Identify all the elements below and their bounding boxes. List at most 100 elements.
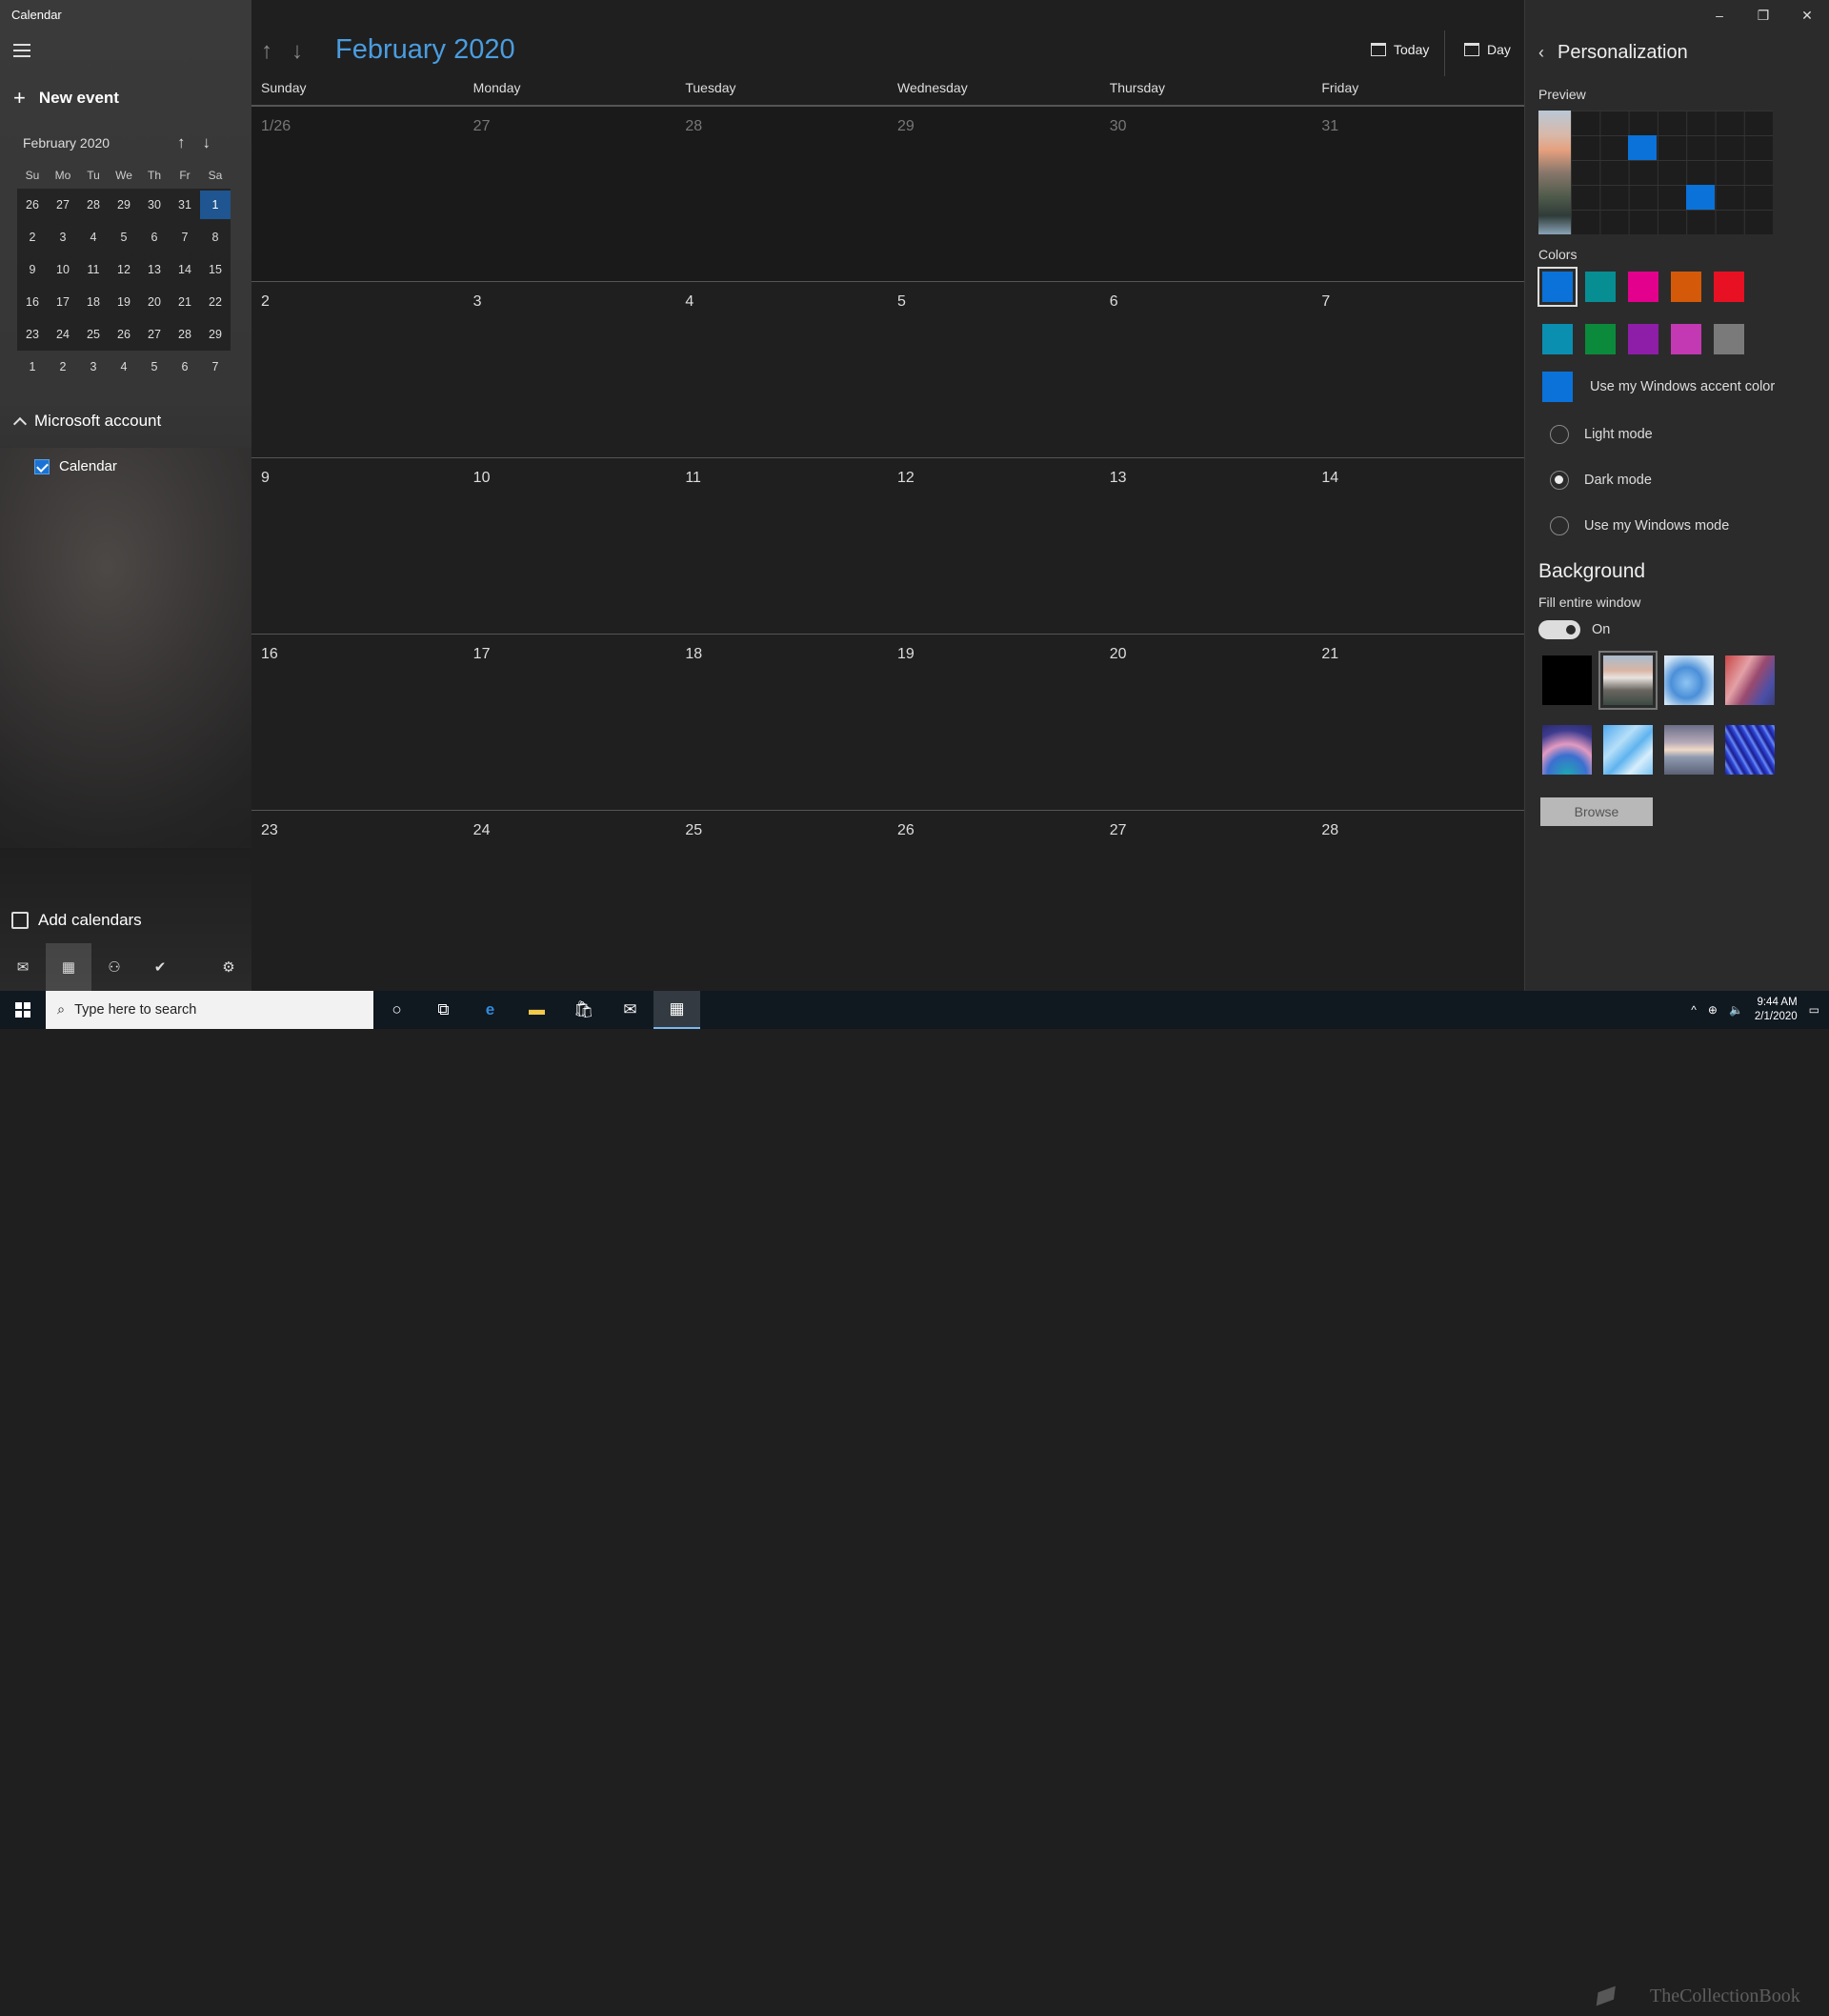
- prev-month-arrow-icon[interactable]: ↑: [261, 38, 272, 65]
- mini-day-selected[interactable]: 1: [200, 191, 231, 219]
- mini-day[interactable]: 27: [139, 328, 170, 341]
- close-icon[interactable]: ✕: [1785, 0, 1829, 30]
- minimize-icon[interactable]: –: [1698, 0, 1741, 30]
- mini-day[interactable]: 9: [17, 263, 48, 276]
- browse-button[interactable]: Browse: [1540, 797, 1653, 826]
- hamburger-menu-icon[interactable]: [13, 44, 30, 57]
- mini-day[interactable]: 22: [200, 295, 231, 309]
- edge-browser-icon[interactable]: e: [467, 991, 513, 1029]
- color-swatch[interactable]: [1542, 324, 1573, 354]
- people-icon[interactable]: ⚇: [91, 943, 137, 991]
- mini-day[interactable]: 14: [170, 263, 200, 276]
- mini-day[interactable]: 29: [200, 328, 231, 341]
- mail-icon[interactable]: ✉: [0, 943, 46, 991]
- background-mountain-thumb[interactable]: [1598, 651, 1658, 710]
- network-icon[interactable]: ⊕: [1708, 1003, 1718, 1017]
- day-cell[interactable]: 27: [1100, 811, 1313, 986]
- color-swatch[interactable]: [1671, 324, 1701, 354]
- day-cell[interactable]: 29: [888, 107, 1100, 281]
- mini-next-arrow-icon[interactable]: ↓: [203, 133, 211, 152]
- day-cell[interactable]: 20: [1100, 635, 1313, 810]
- fill-window-toggle-row[interactable]: On: [1538, 620, 1610, 639]
- mini-day[interactable]: 25: [78, 328, 109, 341]
- light-mode-radio[interactable]: [1550, 425, 1569, 444]
- chevron-up-icon[interactable]: ^: [1691, 1003, 1697, 1017]
- color-swatch-selected[interactable]: [1538, 267, 1578, 307]
- light-mode-option[interactable]: Light mode: [1550, 425, 1653, 444]
- day-cell[interactable]: 19: [888, 635, 1100, 810]
- day-cell[interactable]: 5: [888, 282, 1100, 457]
- day-cell[interactable]: 28: [675, 107, 888, 281]
- mini-day[interactable]: 26: [17, 198, 48, 212]
- mini-day[interactable]: 28: [78, 198, 109, 212]
- background-geometric-blue-thumb[interactable]: [1603, 725, 1653, 775]
- mail-app-icon[interactable]: ✉: [607, 991, 653, 1029]
- color-swatch[interactable]: [1671, 272, 1701, 302]
- mini-day[interactable]: 18: [78, 295, 109, 309]
- day-cell[interactable]: 13: [1100, 458, 1313, 634]
- start-button[interactable]: [0, 991, 46, 1029]
- mini-day[interactable]: 12: [109, 263, 139, 276]
- day-cell[interactable]: 30: [1100, 107, 1313, 281]
- next-month-arrow-icon[interactable]: ↓: [291, 38, 303, 65]
- mini-day[interactable]: 1: [17, 360, 48, 373]
- background-canyon-thumb[interactable]: [1725, 655, 1775, 705]
- taskbar-search-box[interactable]: ⌕ Type here to search: [46, 991, 373, 1029]
- mini-day[interactable]: 6: [170, 360, 200, 373]
- store-icon[interactable]: 🛍: [560, 991, 607, 1029]
- day-cell[interactable]: 18: [675, 635, 888, 810]
- mini-prev-arrow-icon[interactable]: ↑: [177, 133, 186, 152]
- mini-calendar-title[interactable]: February 2020: [23, 135, 110, 151]
- day-cell[interactable]: 12: [888, 458, 1100, 634]
- color-swatch[interactable]: [1628, 324, 1658, 354]
- mini-day[interactable]: 13: [139, 263, 170, 276]
- day-view-button[interactable]: Day: [1464, 42, 1511, 57]
- day-cell[interactable]: 16: [251, 635, 464, 810]
- dark-mode-radio[interactable]: [1550, 471, 1569, 490]
- mini-day[interactable]: 15: [200, 263, 231, 276]
- accent-color-swatch[interactable]: [1542, 372, 1573, 402]
- notifications-icon[interactable]: ▭: [1809, 1003, 1819, 1017]
- mini-day[interactable]: 2: [17, 231, 48, 244]
- day-cell[interactable]: 26: [888, 811, 1100, 986]
- microsoft-account-group[interactable]: Microsoft account: [12, 412, 161, 432]
- day-cell[interactable]: 27: [464, 107, 676, 281]
- windows-mode-radio[interactable]: [1550, 516, 1569, 535]
- day-cell[interactable]: 21: [1312, 635, 1524, 810]
- today-button[interactable]: Today: [1371, 42, 1429, 57]
- background-blue-flower-thumb[interactable]: [1664, 655, 1714, 705]
- mini-day[interactable]: 5: [109, 231, 139, 244]
- calendar-checkbox-item[interactable]: Calendar: [34, 458, 117, 474]
- background-sunset-lake-thumb[interactable]: [1664, 725, 1714, 775]
- mini-day[interactable]: 2: [48, 360, 78, 373]
- mini-day[interactable]: 29: [109, 198, 139, 212]
- new-event-button[interactable]: + New event: [13, 88, 119, 109]
- dark-mode-option[interactable]: Dark mode: [1550, 471, 1652, 490]
- mini-day[interactable]: 11: [78, 263, 109, 276]
- mini-day[interactable]: 4: [78, 231, 109, 244]
- day-cell[interactable]: 24: [464, 811, 676, 986]
- mini-day[interactable]: 31: [170, 198, 200, 212]
- day-cell[interactable]: 9: [251, 458, 464, 634]
- mini-day[interactable]: 17: [48, 295, 78, 309]
- day-cell[interactable]: 31: [1312, 107, 1524, 281]
- color-swatch[interactable]: [1714, 272, 1744, 302]
- day-cell[interactable]: 2: [251, 282, 464, 457]
- calendar-checkbox[interactable]: [34, 458, 50, 474]
- background-abstract-circle-thumb[interactable]: [1542, 725, 1592, 775]
- restore-icon[interactable]: ❐: [1741, 0, 1785, 30]
- background-blue-lines-thumb[interactable]: [1725, 725, 1775, 775]
- mini-day[interactable]: 8: [200, 231, 231, 244]
- day-cell[interactable]: 23: [251, 811, 464, 986]
- volume-icon[interactable]: 🔈: [1729, 1003, 1743, 1017]
- mini-day[interactable]: 27: [48, 198, 78, 212]
- color-swatch[interactable]: [1714, 324, 1744, 354]
- mini-day[interactable]: 6: [139, 231, 170, 244]
- day-cell[interactable]: 10: [464, 458, 676, 634]
- color-swatch[interactable]: [1585, 272, 1616, 302]
- color-swatch[interactable]: [1585, 324, 1616, 354]
- clock[interactable]: 9:44 AM 2/1/2020: [1755, 996, 1798, 1024]
- mini-day[interactable]: 21: [170, 295, 200, 309]
- color-swatch[interactable]: [1628, 272, 1658, 302]
- mini-day[interactable]: 3: [48, 231, 78, 244]
